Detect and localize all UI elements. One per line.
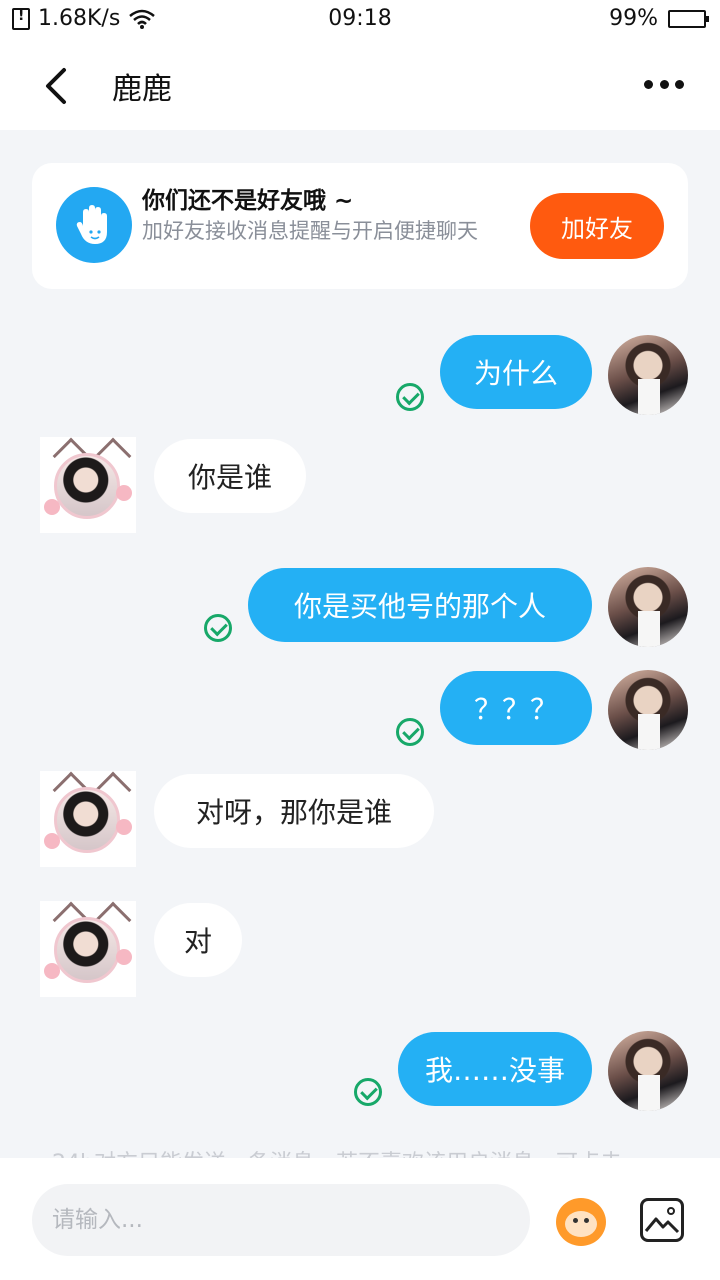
sent-check-icon <box>396 383 424 411</box>
message-bubble-incoming[interactable]: 对 <box>154 903 242 977</box>
message-bubble-outgoing[interactable]: 为什么 <box>440 335 592 409</box>
chat-title: 鹿鹿 <box>112 72 172 107</box>
emoji-icon[interactable] <box>556 1198 606 1246</box>
battery-icon <box>668 9 709 28</box>
notice-title: 你们还不是好友哦 ~ <box>142 188 354 214</box>
message-bubble-outgoing[interactable]: 你是买他号的那个人 <box>248 568 592 642</box>
message-bubble-incoming[interactable]: 对呀，那你是谁 <box>154 774 434 848</box>
input-bar <box>0 1158 720 1280</box>
contact-avatar[interactable] <box>40 437 136 533</box>
image-icon[interactable] <box>640 1198 684 1242</box>
message-input[interactable] <box>32 1184 530 1256</box>
my-avatar[interactable] <box>608 1031 688 1111</box>
contact-avatar[interactable] <box>40 771 136 867</box>
chat-header: 鹿鹿 <box>0 40 720 130</box>
hand-wave-icon <box>56 187 132 263</box>
my-avatar[interactable] <box>608 670 688 750</box>
add-friend-notice: 你们还不是好友哦 ~ 加好友接收消息提醒与开启便捷聊天 加好友 <box>32 163 688 289</box>
message-bubble-incoming[interactable]: 你是谁 <box>154 439 306 513</box>
my-avatar[interactable] <box>608 567 688 647</box>
sent-check-icon <box>354 1078 382 1106</box>
more-dots-icon[interactable] <box>644 72 684 96</box>
contact-avatar[interactable] <box>40 901 136 997</box>
message-bubble-outgoing[interactable]: 我……没事 <box>398 1032 592 1106</box>
sent-check-icon <box>396 718 424 746</box>
status-bar: 1.68K/s 09:18 99% <box>0 0 720 40</box>
add-friend-button[interactable]: 加好友 <box>530 193 664 259</box>
notice-subtitle: 加好友接收消息提醒与开启便捷聊天 <box>142 219 478 243</box>
my-avatar[interactable] <box>608 335 688 415</box>
chevron-left-icon[interactable] <box>40 66 76 106</box>
battery-percent: 99% <box>609 6 658 31</box>
message-bubble-outgoing[interactable]: ？？？ <box>440 671 592 745</box>
sent-check-icon <box>204 614 232 642</box>
